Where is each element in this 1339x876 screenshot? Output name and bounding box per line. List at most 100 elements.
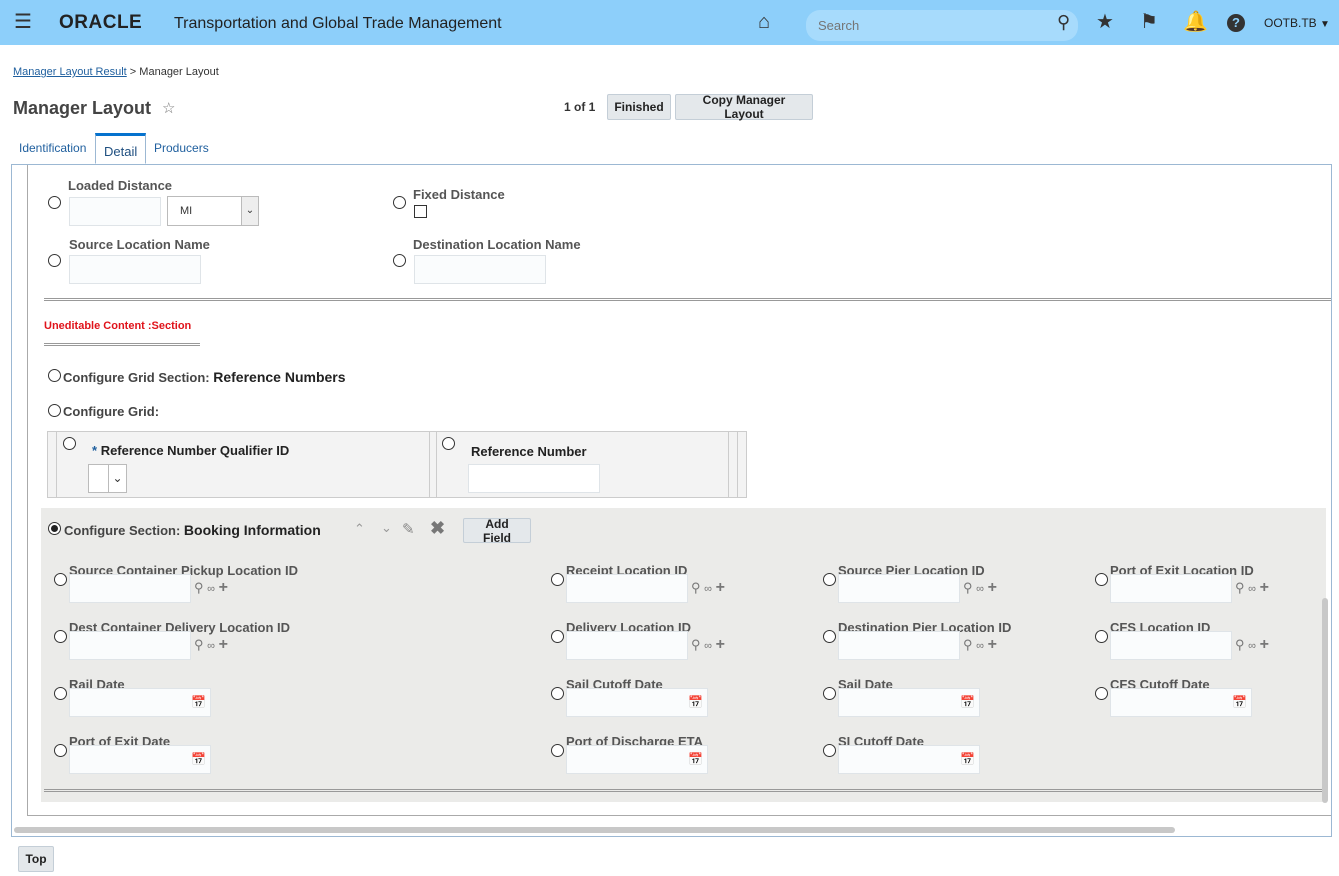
field-radio[interactable] (823, 744, 836, 757)
field-input[interactable] (566, 631, 688, 660)
help-icon[interactable]: ? (1227, 14, 1245, 32)
search-icon[interactable]: ⚲ (1235, 637, 1245, 652)
calendar-icon[interactable]: 📅 (191, 695, 206, 709)
search-icon[interactable]: ⚲ (1235, 580, 1245, 595)
add-plus-icon[interactable]: + (716, 636, 725, 653)
field-input[interactable] (69, 631, 191, 660)
field-input[interactable] (838, 631, 960, 660)
move-up-icon[interactable]: ⌃ (354, 521, 365, 537)
delete-icon[interactable]: ✖ (430, 518, 445, 539)
view-glasses-icon[interactable]: ∞ (1248, 583, 1256, 595)
view-glasses-icon[interactable]: ∞ (1248, 640, 1256, 652)
tab-identification[interactable]: Identification (11, 133, 94, 164)
search-icon[interactable]: ⚲ (691, 637, 701, 652)
grid-section-radio[interactable] (48, 369, 61, 382)
top-button[interactable]: Top (18, 846, 54, 872)
field-radio[interactable] (54, 630, 67, 643)
view-glasses-icon[interactable]: ∞ (976, 583, 984, 595)
field-radio[interactable] (551, 630, 564, 643)
field-radio[interactable] (1095, 573, 1108, 586)
view-glasses-icon[interactable]: ∞ (207, 583, 215, 595)
calendar-icon[interactable]: 📅 (191, 752, 206, 766)
date-input[interactable]: 📅 (69, 745, 211, 774)
add-plus-icon[interactable]: + (219, 636, 228, 653)
loaded-distance-input[interactable] (69, 197, 161, 226)
add-plus-icon[interactable]: + (988, 579, 997, 596)
search-input[interactable] (806, 10, 1078, 41)
move-down-icon[interactable]: ⌄ (381, 520, 392, 536)
tab-detail[interactable]: Detail (95, 133, 147, 164)
breadcrumb-link[interactable]: Manager Layout Result (13, 66, 127, 78)
destination-location-name-radio[interactable] (393, 254, 406, 267)
field-radio[interactable] (823, 687, 836, 700)
search-icon[interactable]: ⚲ (691, 580, 701, 595)
add-plus-icon[interactable]: + (1260, 636, 1269, 653)
field-input[interactable] (566, 574, 688, 603)
grid-column-radio[interactable] (63, 437, 76, 450)
add-field-button[interactable]: Add Field (463, 517, 531, 545)
search-icon[interactable]: ⚲ (194, 637, 204, 652)
horizontal-scrollbar[interactable] (14, 827, 1175, 833)
field-radio[interactable] (1095, 630, 1108, 643)
uom-select[interactable]: MI ⌄ (167, 196, 259, 226)
date-input[interactable]: 📅 (838, 688, 980, 717)
field-input[interactable] (1110, 631, 1232, 660)
search-icon[interactable]: ⚲ (963, 637, 973, 652)
field-radio[interactable] (54, 687, 67, 700)
grid-column-radio[interactable] (442, 437, 455, 450)
qualifier-select[interactable]: ⌄ (88, 464, 127, 493)
add-plus-icon[interactable]: + (1260, 579, 1269, 596)
field-input[interactable] (69, 574, 191, 603)
field-radio[interactable] (1095, 687, 1108, 700)
add-plus-icon[interactable]: + (219, 579, 228, 596)
favorites-star-icon[interactable]: ★ (1096, 0, 1114, 45)
copy-manager-layout-button[interactable]: Copy Manager Layout (675, 93, 813, 121)
date-input[interactable]: 📅 (838, 745, 980, 774)
calendar-icon[interactable]: 📅 (688, 695, 703, 709)
tab-producers[interactable]: Producers (146, 133, 217, 164)
field-radio[interactable] (551, 744, 564, 757)
finished-button[interactable]: Finished (607, 94, 671, 120)
field-radio[interactable] (551, 573, 564, 586)
field-input[interactable] (1110, 574, 1232, 603)
view-glasses-icon[interactable]: ∞ (976, 640, 984, 652)
field-radio[interactable] (551, 687, 564, 700)
vertical-scrollbar[interactable] (1322, 598, 1328, 803)
calendar-icon[interactable]: 📅 (688, 752, 703, 766)
calendar-icon[interactable]: 📅 (960, 695, 975, 709)
view-glasses-icon[interactable]: ∞ (704, 640, 712, 652)
source-location-name-radio[interactable] (48, 254, 61, 267)
loaded-distance-radio[interactable] (48, 196, 61, 209)
home-icon[interactable]: ⌂ (758, 0, 770, 45)
field-radio[interactable] (54, 573, 67, 586)
add-plus-icon[interactable]: + (988, 636, 997, 653)
source-location-name-input[interactable] (69, 255, 201, 284)
field-radio[interactable] (54, 744, 67, 757)
notifications-bell-icon[interactable]: 🔔 (1183, 0, 1208, 45)
flag-icon[interactable]: ⚑ (1140, 0, 1158, 45)
calendar-icon[interactable]: 📅 (1232, 695, 1247, 709)
search-icon[interactable]: ⚲ (1057, 0, 1070, 45)
date-input[interactable]: 📅 (1110, 688, 1252, 717)
view-glasses-icon[interactable]: ∞ (207, 640, 215, 652)
edit-pencil-icon[interactable]: ✎ (402, 520, 415, 538)
booking-section-radio[interactable] (48, 522, 61, 535)
field-radio[interactable] (823, 630, 836, 643)
reference-number-input[interactable] (468, 464, 600, 493)
destination-location-name-input[interactable] (414, 255, 546, 284)
user-menu[interactable]: OOTB.TB ▼ (1264, 16, 1330, 30)
favorite-star-icon[interactable]: ☆ (162, 99, 175, 117)
calendar-icon[interactable]: 📅 (960, 752, 975, 766)
view-glasses-icon[interactable]: ∞ (704, 583, 712, 595)
date-input[interactable]: 📅 (566, 688, 708, 717)
fixed-distance-checkbox[interactable] (414, 205, 427, 218)
date-input[interactable]: 📅 (69, 688, 211, 717)
search-icon[interactable]: ⚲ (194, 580, 204, 595)
menu-icon[interactable]: ☰ (14, 0, 32, 45)
field-input[interactable] (838, 574, 960, 603)
search-icon[interactable]: ⚲ (963, 580, 973, 595)
add-plus-icon[interactable]: + (716, 579, 725, 596)
fixed-distance-radio[interactable] (393, 196, 406, 209)
configure-grid-radio[interactable] (48, 404, 61, 417)
date-input[interactable]: 📅 (566, 745, 708, 774)
